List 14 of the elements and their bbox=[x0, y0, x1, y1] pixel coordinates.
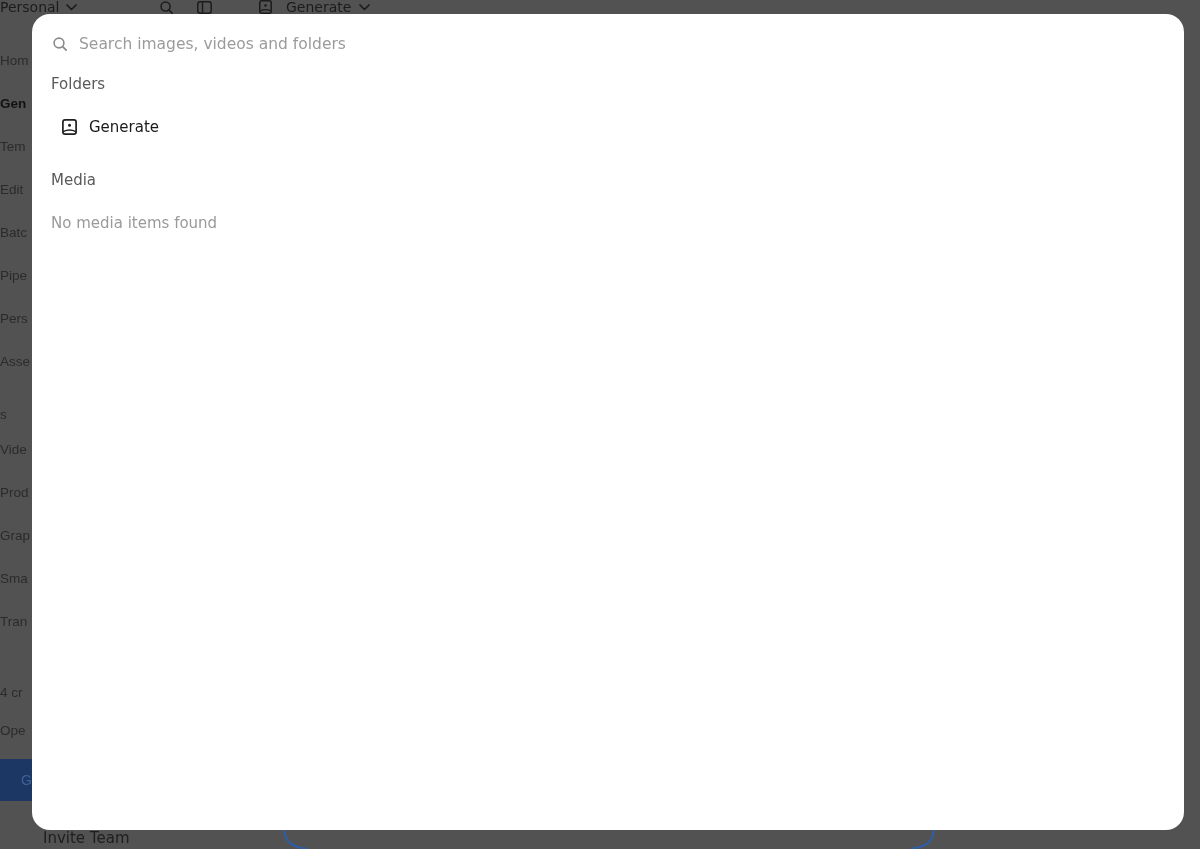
chevron-down-icon bbox=[359, 3, 371, 11]
search-icon bbox=[53, 37, 67, 51]
section-heading: Folders bbox=[51, 74, 106, 94]
empty-message: No media items found bbox=[51, 213, 218, 233]
prompt-field[interactable] bbox=[283, 830, 935, 849]
nav-item[interactable]: Gen bbox=[0, 94, 27, 114]
image-icon bbox=[259, 0, 272, 14]
folder-item[interactable]: Generate bbox=[51, 109, 160, 145]
section-heading: Media bbox=[51, 170, 97, 190]
search-icon[interactable] bbox=[160, 0, 173, 14]
panel-icon[interactable] bbox=[197, 0, 212, 14]
chevron-down-icon bbox=[65, 3, 77, 11]
search-field[interactable]: Search images, videos and folders bbox=[79, 33, 1165, 55]
image-icon bbox=[62, 119, 77, 135]
